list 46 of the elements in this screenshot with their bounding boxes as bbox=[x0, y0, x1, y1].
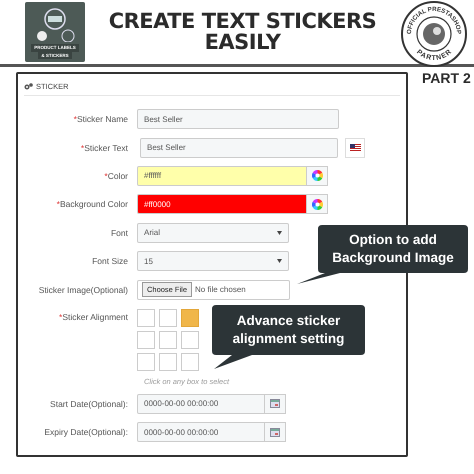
calendar-icon bbox=[270, 399, 280, 408]
language-button[interactable] bbox=[345, 138, 365, 158]
field-label: Sticker Image(Optional) bbox=[38, 284, 129, 295]
color-field[interactable]: #ff0000 bbox=[137, 194, 307, 214]
field-label: *Sticker Alignment bbox=[58, 312, 129, 322]
callout-text: Option to add Background Image bbox=[331, 231, 455, 267]
color-field[interactable]: #ffffff bbox=[137, 166, 307, 186]
field-label: *Sticker Name bbox=[72, 114, 129, 124]
date-field[interactable]: 0000-00-00 00:00:00 bbox=[137, 422, 265, 442]
alignment-cell[interactable] bbox=[137, 330, 155, 349]
callout-text: Advance sticker alignment setting bbox=[232, 312, 346, 348]
date-field[interactable]: 0000-00-00 00:00:00 bbox=[137, 394, 265, 414]
alignment-cell[interactable] bbox=[159, 352, 177, 371]
alignment-cell[interactable] bbox=[181, 308, 199, 327]
field-label: *Sticker Text bbox=[80, 142, 129, 153]
field-label: *Color bbox=[103, 170, 129, 181]
alignment-cell[interactable] bbox=[159, 330, 177, 349]
color-picker-button[interactable] bbox=[307, 166, 328, 186]
file-status: No file chosen bbox=[195, 285, 246, 294]
caret-icon bbox=[277, 259, 282, 264]
alignment-cell[interactable] bbox=[137, 352, 155, 371]
calendar-button[interactable] bbox=[265, 422, 286, 442]
select-field[interactable]: Arial bbox=[137, 222, 289, 243]
part-label: PART 2 bbox=[422, 70, 471, 86]
text-field[interactable]: Best Seller bbox=[140, 138, 338, 158]
field-label: Start Date(Optional): bbox=[49, 398, 129, 409]
field-label: Font bbox=[110, 228, 129, 238]
alignment-cell[interactable] bbox=[181, 352, 199, 371]
page-title: CREATE TEXT STICKERS bbox=[108, 11, 376, 32]
gears-icon bbox=[24, 82, 33, 90]
caret-icon bbox=[277, 230, 282, 235]
text-field[interactable]: Best Seller bbox=[137, 109, 339, 130]
field-label: *Background Color bbox=[56, 199, 129, 210]
color-wheel-icon bbox=[312, 170, 322, 182]
alignment-cell[interactable] bbox=[137, 308, 155, 327]
field-label: Font Size bbox=[91, 256, 129, 266]
calendar-icon bbox=[270, 428, 280, 437]
color-wheel-icon bbox=[312, 198, 322, 210]
alignment-cell[interactable] bbox=[159, 308, 177, 327]
color-picker-button[interactable] bbox=[307, 194, 328, 214]
page-title: EASILY bbox=[204, 32, 280, 53]
flag-icon bbox=[350, 144, 360, 152]
calendar-button[interactable] bbox=[265, 394, 286, 414]
alignment-cell[interactable] bbox=[181, 330, 199, 349]
select-field[interactable]: 15 bbox=[137, 251, 289, 272]
field-label: Expiry Date(Optional): bbox=[43, 427, 129, 438]
